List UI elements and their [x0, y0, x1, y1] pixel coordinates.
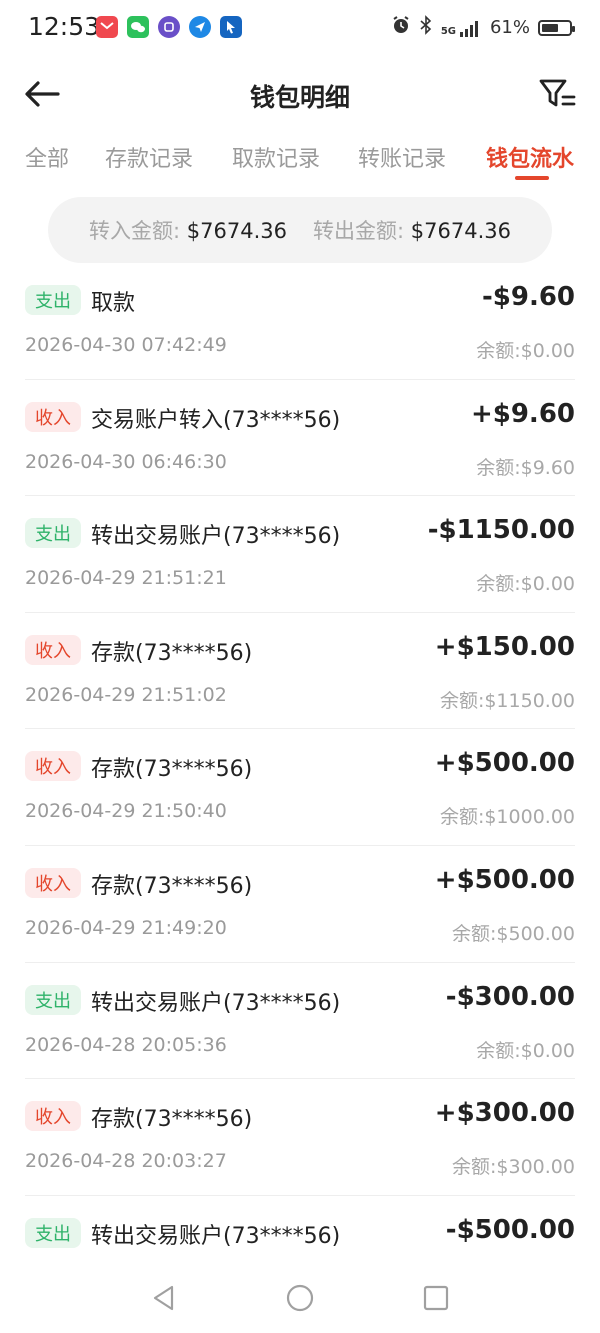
filter-icon	[539, 79, 576, 107]
transaction-title: 存款(73****56)	[91, 640, 253, 666]
transaction-time: 2026-04-30 07:42:49	[25, 334, 227, 356]
transaction-amount: -$300.00	[445, 981, 575, 1012]
expense-badge: 支出	[25, 285, 81, 315]
tab-all[interactable]: 全部	[25, 141, 69, 173]
transfer-out-summary: 转出金额: $7674.36	[313, 215, 511, 245]
transaction-amount: +$9.60	[470, 398, 575, 429]
status-right: 5G 61%	[391, 15, 575, 40]
transaction-row[interactable]: 收入 交易账户转入(73****56) +$9.60 2026-04-30 06…	[25, 380, 575, 497]
transfer-in-value: $7674.36	[186, 219, 287, 243]
transaction-balance: 余额:$500.00	[452, 922, 575, 945]
transaction-time: 2026-04-29 21:50:40	[25, 800, 227, 823]
transaction-time: 2026-04-28 20:03:27	[25, 1150, 227, 1173]
transaction-amount: -$9.60	[481, 282, 575, 312]
transaction-row[interactable]: 支出 转出交易账户(73****56) -$300.00 2026-04-28 …	[25, 963, 575, 1080]
recents-square-icon	[423, 1285, 449, 1311]
transaction-row[interactable]: 收入 存款(73****56) +$150.00 2026-04-29 21:5…	[25, 613, 575, 730]
transfer-out-value: $7674.36	[410, 219, 511, 243]
tab-bar: 全部 存款记录 取款记录 转账记录 钱包流水	[0, 136, 600, 186]
app-purple-icon	[158, 16, 180, 38]
battery-percent: 61%	[489, 17, 530, 38]
transaction-list: 支出 取款 -$9.60 2026-04-30 07:42:49 余额:$0.0…	[25, 263, 575, 1312]
tab-transfer-records[interactable]: 转账记录	[358, 141, 446, 173]
bluetooth-icon	[419, 15, 433, 40]
nav-back-button[interactable]	[144, 1278, 184, 1318]
status-bar: 12:53 5G 61%	[0, 0, 600, 56]
transaction-amount: -$500.00	[445, 1214, 575, 1245]
system-nav-bar	[0, 1263, 600, 1333]
income-badge: 收入	[25, 751, 81, 782]
transaction-balance: 余额:$0.00	[476, 1039, 575, 1062]
page-title: 钱包明细	[249, 83, 350, 112]
transaction-balance: 余额:$1000.00	[439, 806, 575, 829]
wechat-icon	[127, 16, 149, 38]
filter-button[interactable]	[538, 76, 578, 112]
transaction-time: 2026-04-29 21:51:02	[25, 683, 227, 706]
expense-badge: 支出	[25, 518, 81, 549]
transaction-row[interactable]: 收入 存款(73****56) +$500.00 2026-04-29 21:5…	[25, 729, 575, 846]
transaction-title: 存款(73****56)	[91, 873, 253, 899]
transaction-balance: 余额:$0.00	[476, 573, 575, 596]
notification-red-icon	[96, 16, 118, 38]
tab-wallet-flow[interactable]: 钱包流水	[486, 141, 574, 173]
income-badge: 收入	[25, 401, 81, 432]
income-badge: 收入	[25, 634, 81, 665]
transaction-time: 2026-04-29 21:49:20	[25, 916, 227, 939]
battery-icon	[538, 19, 575, 36]
battery-level	[542, 23, 558, 32]
transaction-amount: +$500.00	[434, 748, 575, 779]
transfer-in-summary: 转入金额: $7674.36	[89, 215, 287, 245]
nav-home-button[interactable]	[280, 1278, 320, 1318]
transaction-row[interactable]: 收入 存款(73****56) +$500.00 2026-04-29 21:4…	[25, 846, 575, 963]
tab-withdrawal-records[interactable]: 取款记录	[232, 141, 320, 173]
transaction-amount: +$300.00	[434, 1098, 575, 1129]
transaction-amount: +$150.00	[434, 631, 575, 662]
app-blue-icon	[189, 16, 211, 38]
transaction-amount: +$500.00	[434, 864, 575, 895]
home-circle-icon	[286, 1284, 314, 1312]
transaction-balance: 余额:$1150.00	[439, 689, 575, 712]
nav-recents-button[interactable]	[416, 1278, 456, 1318]
transaction-row[interactable]: 收入 存款(73****56) +$300.00 2026-04-28 20:0…	[25, 1079, 575, 1196]
transaction-title: 转出交易账户(73****56)	[91, 524, 341, 550]
alarm-icon	[391, 15, 411, 40]
transfer-in-label: 转入金额:	[89, 219, 181, 243]
transaction-time: 2026-04-29 21:51:21	[25, 567, 227, 590]
transaction-time: 2026-04-30 06:46:30	[25, 450, 227, 473]
transaction-title: 交易账户转入(73****56)	[91, 407, 341, 433]
transaction-row[interactable]: 支出 取款 -$9.60 2026-04-30 07:42:49 余额:$0.0…	[25, 263, 575, 380]
income-badge: 收入	[25, 1101, 81, 1132]
transaction-balance: 余额:$9.60	[476, 456, 575, 479]
transfer-out-label: 转出金额:	[313, 219, 405, 243]
transaction-time: 2026-04-28 20:05:36	[25, 1033, 227, 1056]
transaction-title: 转出交易账户(73****56)	[91, 1223, 341, 1249]
transaction-title: 存款(73****56)	[91, 757, 253, 783]
status-time: 12:53	[28, 12, 101, 41]
transaction-row[interactable]: 支出 转出交易账户(73****56) -$1150.00 2026-04-29…	[25, 496, 575, 613]
app-blue-cursor-icon	[220, 16, 242, 38]
expense-badge: 支出	[25, 984, 81, 1015]
expense-badge: 支出	[25, 1217, 81, 1248]
transaction-title: 转出交易账户(73****56)	[91, 990, 341, 1016]
transaction-balance: 余额:$0.00	[476, 340, 575, 362]
transaction-balance: 余额:$300.00	[452, 1156, 575, 1179]
transaction-amount: -$1150.00	[427, 515, 575, 546]
active-tab-indicator	[515, 176, 549, 180]
back-triangle-icon	[153, 1285, 174, 1311]
signal-5g-label: 5G	[440, 25, 456, 37]
transaction-title: 取款	[91, 291, 136, 316]
status-app-icons	[96, 16, 242, 38]
transaction-title: 存款(73****56)	[91, 1107, 253, 1133]
amount-summary: 转入金额: $7674.36 转出金额: $7674.36	[48, 197, 552, 263]
signal-5g-icon: 5G	[441, 19, 482, 37]
tab-deposit-records[interactable]: 存款记录	[105, 141, 193, 173]
income-badge: 收入	[25, 867, 81, 898]
header: 钱包明细	[0, 62, 600, 126]
